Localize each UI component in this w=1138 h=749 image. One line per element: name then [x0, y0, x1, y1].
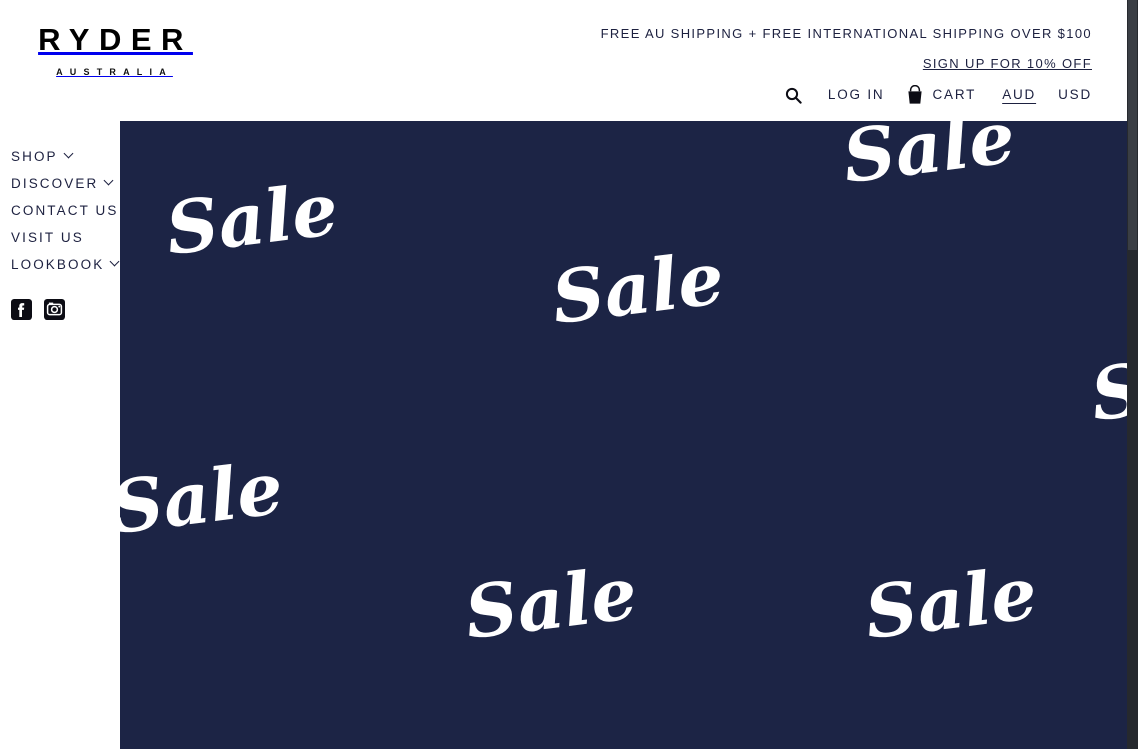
brand-subtitle: AUSTRALIA: [56, 67, 173, 77]
search-icon[interactable]: [785, 87, 802, 104]
brand-logo[interactable]: RYDER AUSTRALIA: [11, 22, 211, 80]
sale-word: Sale: [460, 549, 642, 656]
sidebar-item-visit-us[interactable]: VISIT US: [11, 224, 120, 251]
sidebar-item-lookbook[interactable]: LOOKBOOK: [11, 251, 120, 278]
sidebar-item-label: VISIT US: [11, 230, 84, 245]
sidebar-item-label: CONTACT US: [11, 203, 119, 218]
sidebar-item-shop[interactable]: SHOP: [11, 143, 120, 170]
sidebar-item-label: LOOKBOOK: [11, 257, 105, 272]
sale-word: Sale: [1086, 331, 1127, 438]
sidebar-item-label: DISCOVER: [11, 176, 99, 191]
sidebar: SHOP DISCOVER CONTACT US VISIT US LOOKBO…: [0, 121, 120, 749]
cart-link[interactable]: CART: [932, 84, 976, 106]
brand-name: RYDER: [38, 22, 193, 57]
social-links: [11, 299, 65, 320]
chevron-down-icon: [65, 150, 74, 159]
sidebar-item-discover[interactable]: DISCOVER: [11, 170, 120, 197]
shopping-bag-icon[interactable]: [906, 85, 924, 105]
sale-word: Sale: [860, 549, 1042, 656]
announcement-shipping: FREE AU SHIPPING + FREE INTERNATIONAL SH…: [600, 26, 1092, 41]
chevron-down-icon: [111, 258, 120, 267]
currency-aud[interactable]: AUD: [1002, 84, 1036, 106]
sale-word: Sale: [161, 165, 343, 272]
scrollbar-thumb[interactable]: [1128, 0, 1137, 250]
header-utility-bar: LOG IN CART AUD USD: [785, 84, 1092, 106]
sale-word: Sale: [838, 121, 1020, 200]
sale-word: Sale: [547, 234, 729, 341]
currency-usd[interactable]: USD: [1058, 84, 1092, 106]
site-header: RYDER AUSTRALIA FREE AU SHIPPING + FREE …: [0, 0, 1127, 121]
instagram-icon[interactable]: [44, 299, 65, 320]
sidebar-item-label: SHOP: [11, 149, 58, 164]
sidebar-item-contact-us[interactable]: CONTACT US: [11, 197, 120, 224]
login-link[interactable]: LOG IN: [828, 84, 885, 106]
announcement-signup[interactable]: SIGN UP FOR 10% OFF: [923, 56, 1092, 71]
sidebar-nav: SHOP DISCOVER CONTACT US VISIT US LOOKBO…: [11, 143, 120, 278]
page-root: RYDER AUSTRALIA FREE AU SHIPPING + FREE …: [0, 0, 1138, 749]
hero-sale-banner[interactable]: Sale Sale Sale Sale Sale Sale Sale: [120, 121, 1127, 749]
facebook-icon[interactable]: [11, 299, 32, 320]
chevron-down-icon: [105, 177, 114, 186]
page-scrollbar[interactable]: [1127, 0, 1138, 749]
sale-word: Sale: [120, 444, 288, 551]
